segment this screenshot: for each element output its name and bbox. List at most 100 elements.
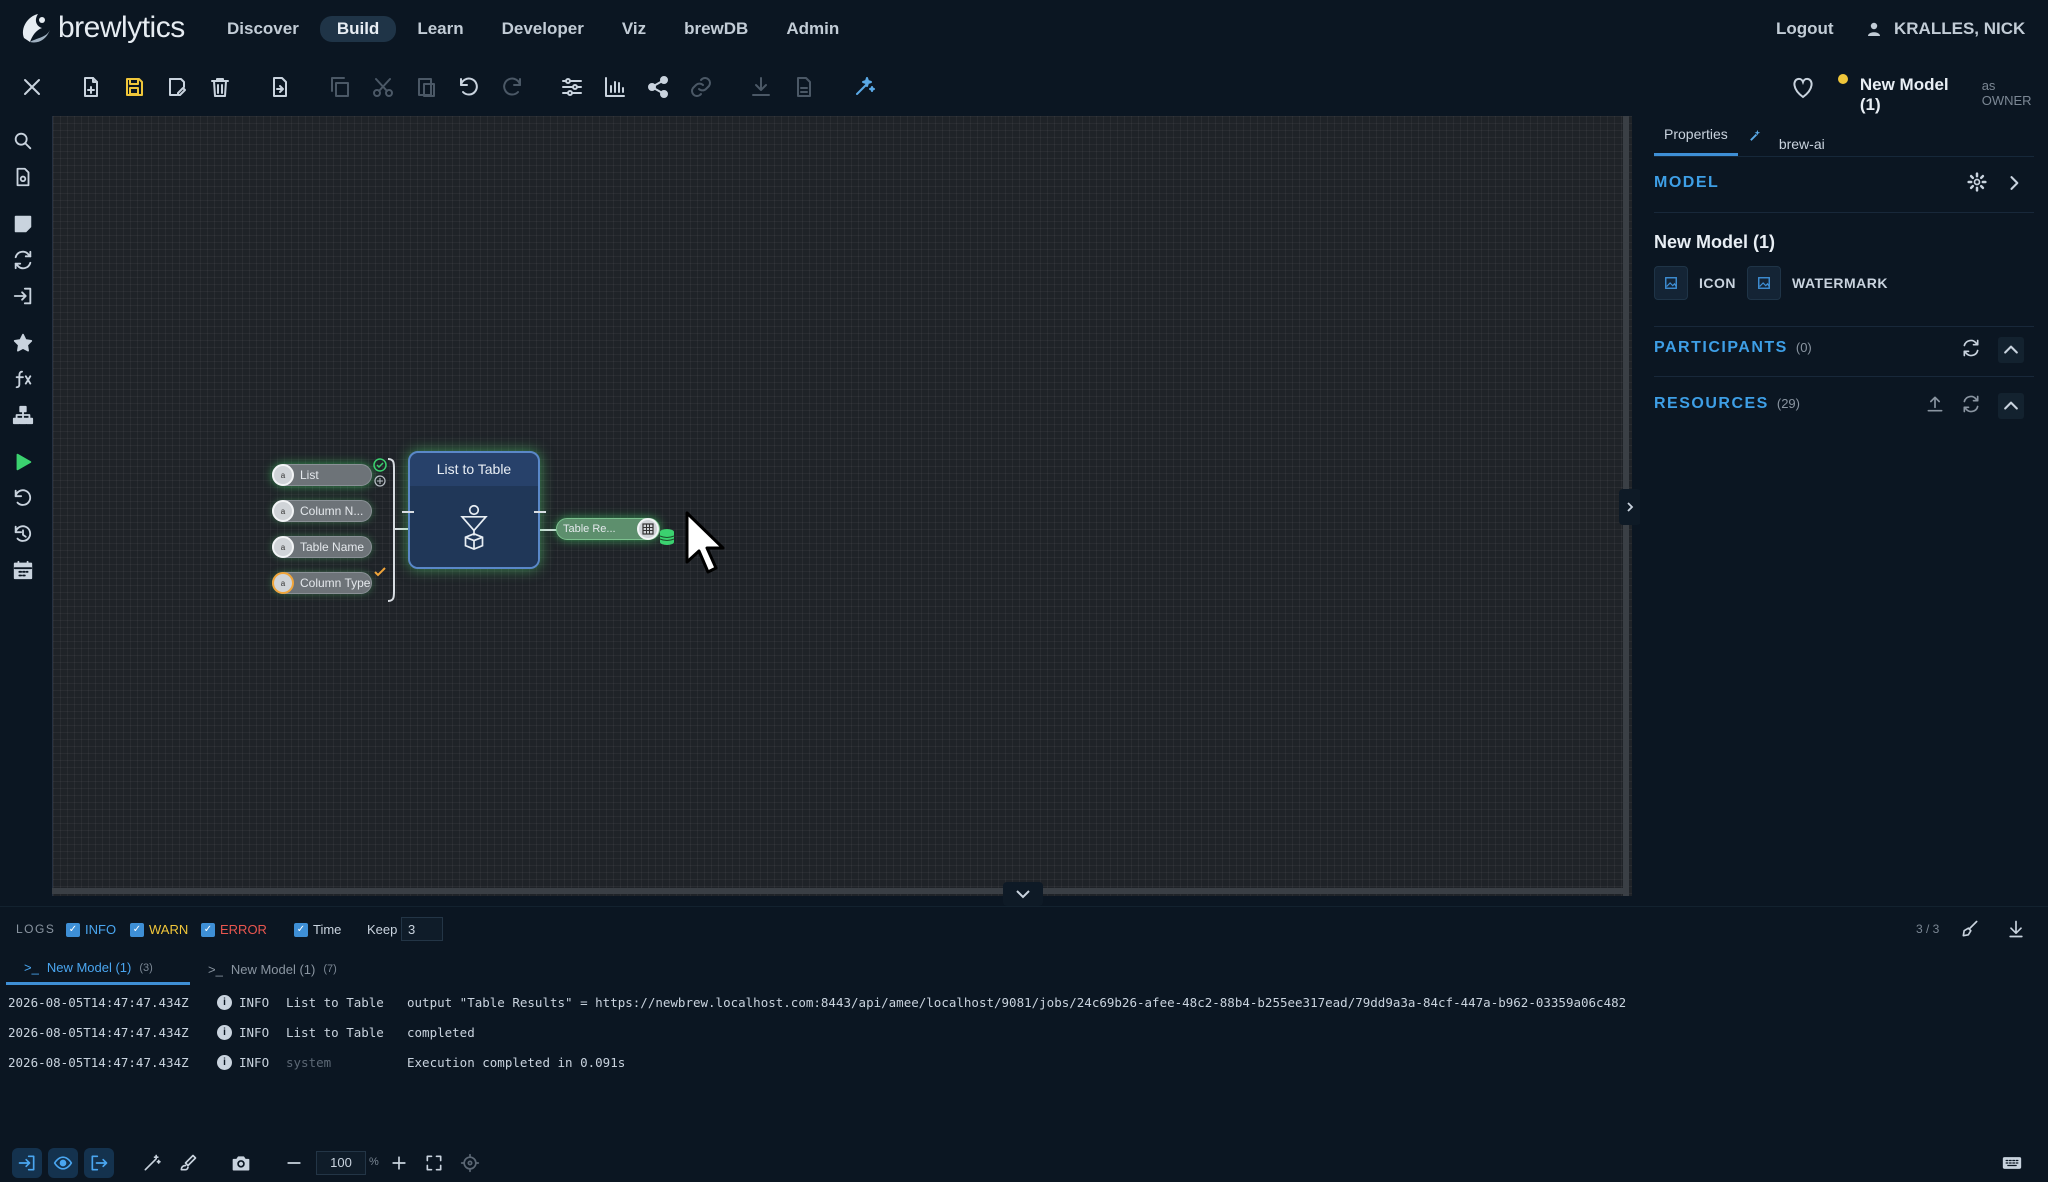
collapse-logs-button[interactable] <box>1003 882 1043 906</box>
nav-viz[interactable]: Viz <box>605 16 663 42</box>
upload-icon[interactable] <box>1925 394 1947 416</box>
nav-admin[interactable]: Admin <box>769 16 856 42</box>
camera-icon[interactable] <box>229 1151 253 1175</box>
undo-icon[interactable] <box>454 72 484 102</box>
unsaved-status-dot <box>1838 74 1848 84</box>
hierarchy-icon[interactable] <box>12 404 36 428</box>
favorite-heart-icon[interactable] <box>1790 76 1816 100</box>
tab-brew-ai[interactable]: brew-ai <box>1738 116 1845 156</box>
refresh-icon[interactable] <box>1961 338 1983 360</box>
magic-wand-icon[interactable] <box>140 1151 164 1175</box>
play-icon[interactable] <box>12 451 36 475</box>
refresh-icon[interactable] <box>12 249 36 273</box>
node-title: List to Table <box>436 461 512 477</box>
share-icon[interactable] <box>643 72 673 102</box>
keep-input[interactable]: 3 <box>401 917 443 941</box>
zoom-out-icon[interactable] <box>282 1151 306 1175</box>
text-type-icon: a <box>272 536 294 558</box>
search-icon[interactable] <box>12 130 36 154</box>
user-menu[interactable]: KRALLES, NICK <box>1866 19 2025 39</box>
export-icon[interactable] <box>265 72 295 102</box>
chevron-up-icon[interactable] <box>1998 393 2024 419</box>
chevron-up-icon[interactable] <box>1998 337 2024 363</box>
note-icon[interactable] <box>12 213 36 237</box>
sign-out-icon[interactable] <box>84 1148 114 1178</box>
center-target-icon[interactable] <box>458 1151 482 1175</box>
node-input-minus <box>402 511 414 513</box>
calendar-icon[interactable] <box>12 559 36 583</box>
filter-time-checkbox[interactable]: ✓ Time <box>294 922 341 937</box>
list-to-table-node[interactable]: List to Table <box>402 451 546 569</box>
nav-learn[interactable]: Learn <box>400 16 480 42</box>
sign-in-icon[interactable] <box>12 1148 42 1178</box>
nav-build[interactable]: Build <box>319 16 397 42</box>
history-icon[interactable] <box>12 523 36 547</box>
logout-link[interactable]: Logout <box>1776 19 1834 39</box>
redo-icon[interactable] <box>497 72 527 102</box>
settings-sliders-icon[interactable] <box>557 72 587 102</box>
resources-section-header[interactable]: RESOURCES (29) <box>1654 395 1800 413</box>
refresh-icon[interactable] <box>1961 394 1983 416</box>
image-icon <box>1747 266 1781 300</box>
chevron-right-icon <box>1627 502 1634 512</box>
gear-icon[interactable] <box>1967 172 1989 194</box>
file-icon[interactable] <box>789 72 819 102</box>
model-toolbar <box>0 58 2048 116</box>
input-port-list[interactable]: a List <box>272 464 372 486</box>
brew-ai-icon[interactable] <box>849 72 879 102</box>
tab-properties[interactable]: Properties <box>1654 116 1738 156</box>
keyboard-icon[interactable] <box>2000 1151 2024 1175</box>
properties-panel: Properties brew-ai MODEL New Model (1) I… <box>1640 116 2048 896</box>
layout-brush-icon[interactable] <box>176 1151 200 1175</box>
download-logs-icon[interactable] <box>2004 917 2028 941</box>
cut-icon[interactable] <box>368 72 398 102</box>
clear-logs-broom-icon[interactable] <box>1958 917 1982 941</box>
participants-section-header[interactable]: PARTICIPANTS (0) <box>1654 339 1812 357</box>
chevron-right-icon[interactable] <box>2004 173 2026 195</box>
output-port-table-results[interactable]: Table Re... <box>556 518 660 540</box>
log-page-indicator: 3 / 3 <box>1916 922 1940 936</box>
zoom-input[interactable]: 100 <box>316 1151 366 1175</box>
collapse-right-panel-button[interactable] <box>1619 489 1641 525</box>
canvas-horizontal-scrollbar[interactable] <box>52 888 1628 894</box>
filter-warn-checkbox[interactable]: ✓ WARN <box>130 922 188 937</box>
model-title-header: New Model (1) as OWNER <box>1838 74 2048 115</box>
function-icon[interactable] <box>12 368 36 392</box>
link-icon[interactable] <box>686 72 716 102</box>
close-icon[interactable] <box>17 72 47 102</box>
fit-to-screen-icon[interactable] <box>422 1151 446 1175</box>
brewlytics-logo[interactable]: brewlytics <box>16 8 185 48</box>
copy-icon[interactable] <box>325 72 355 102</box>
info-icon: i <box>217 1025 232 1040</box>
download-icon[interactable] <box>746 72 776 102</box>
filter-error-checkbox[interactable]: ✓ ERROR <box>201 922 267 937</box>
top-navigation: brewlytics Discover Build Learn Develope… <box>0 0 2048 58</box>
sign-in-icon[interactable] <box>12 285 36 309</box>
input-port-column-type[interactable]: a Column Type <box>272 572 372 594</box>
nav-brewdb[interactable]: brewDB <box>667 16 765 42</box>
info-icon: i <box>217 1055 232 1070</box>
chart-icon[interactable] <box>600 72 630 102</box>
save-as-icon[interactable] <box>162 72 192 102</box>
new-file-icon[interactable] <box>76 72 106 102</box>
save-icon[interactable] <box>119 72 149 102</box>
delete-icon[interactable] <box>205 72 235 102</box>
eye-icon[interactable] <box>48 1148 78 1178</box>
nav-discover[interactable]: Discover <box>210 16 316 42</box>
log-tab-1[interactable]: >_ New Model (1) (3) <box>6 953 190 985</box>
text-type-icon: a <box>272 464 294 486</box>
document-icon[interactable] <box>12 166 36 190</box>
nav-developer[interactable]: Developer <box>485 16 601 42</box>
paste-icon[interactable] <box>411 72 441 102</box>
mouse-cursor-icon <box>685 511 725 574</box>
image-icon <box>1654 266 1688 300</box>
reset-icon[interactable] <box>12 487 36 511</box>
watermark-chip[interactable]: WATERMARK <box>1747 266 1888 300</box>
input-port-column-names[interactable]: a Column N... <box>272 500 372 522</box>
zoom-in-icon[interactable] <box>387 1151 411 1175</box>
filter-info-checkbox[interactable]: ✓ INFO <box>66 922 116 937</box>
log-tab-2[interactable]: >_ New Model (1) (7) <box>190 953 374 985</box>
icon-chip[interactable]: ICON <box>1654 266 1736 300</box>
star-icon[interactable] <box>12 332 36 356</box>
input-port-table-name[interactable]: a Table Name <box>272 536 372 558</box>
